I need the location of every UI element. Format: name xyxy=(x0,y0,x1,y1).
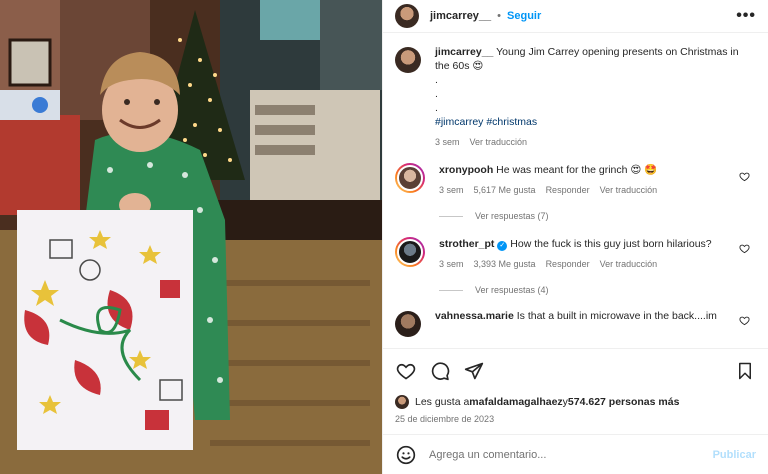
comment-input[interactable] xyxy=(429,448,713,461)
christmas-photo xyxy=(0,0,382,474)
comment-text: How the fuck is this guy just born hilar… xyxy=(510,238,712,250)
caption-meta: 3 sem Ver traducción xyxy=(435,135,756,149)
comment-avatar[interactable] xyxy=(395,311,421,337)
follow-button[interactable]: Seguir xyxy=(507,10,541,22)
liker-username[interactable]: mafaldamagalhaez xyxy=(469,396,562,408)
verified-badge-icon: ✓ xyxy=(497,241,508,251)
comment-text: He was meant for the grinch 😍 🤩 xyxy=(496,164,658,176)
comment-like-heart-icon[interactable] xyxy=(739,243,750,257)
comment-meta: 3 sem 3,393 Me gusta Responder Ver tradu… xyxy=(439,257,756,271)
view-replies-label: Ver respuestas (4) xyxy=(475,285,549,295)
comment-like-heart-icon[interactable] xyxy=(739,315,750,329)
caption-time: 3 sem xyxy=(435,137,460,147)
replies-divider xyxy=(439,289,463,291)
comment-avatar xyxy=(397,165,423,191)
translate-link[interactable]: Ver traducción xyxy=(600,257,658,271)
post-date[interactable]: 25 de diciembre de 2023 xyxy=(383,412,768,434)
comment-username[interactable]: strother_pt xyxy=(439,238,494,250)
reply-button[interactable]: Responder xyxy=(546,183,590,197)
heart-icon[interactable] xyxy=(395,360,417,382)
comment-icon[interactable] xyxy=(429,360,451,382)
author-avatar[interactable] xyxy=(395,4,419,28)
comment-body: strother_pt ✓ How the fuck is this guy j… xyxy=(439,237,756,271)
comment-likes[interactable]: 3,393 Me gusta xyxy=(474,257,536,271)
likes-prefix: Les gusta a xyxy=(415,396,470,408)
comment-body: xronypooh He was meant for the grinch 😍 … xyxy=(439,163,756,197)
comment-item: vahnessa.marie Is that a built in microw… xyxy=(395,309,756,337)
comment-username[interactable]: xronypooh xyxy=(439,164,493,176)
view-replies-button[interactable]: Ver respuestas (7) xyxy=(439,211,756,221)
add-comment-bar: Publicar xyxy=(383,434,768,474)
comment-likes[interactable]: 5,617 Me gusta xyxy=(474,183,536,197)
comment-time: 3 sem xyxy=(439,259,464,269)
likes-count[interactable]: 574.627 personas más xyxy=(568,396,680,408)
comment-meta: 3 sem 5,617 Me gusta Responder Ver tradu… xyxy=(439,183,756,197)
comment-item: xronypooh He was meant for the grinch 😍 … xyxy=(395,163,756,197)
caption-hashtags[interactable]: #jimcarrey #christmas xyxy=(435,115,756,129)
comment-text: Is that a built in microwave in the back… xyxy=(516,310,717,322)
reply-button[interactable]: Responder xyxy=(546,257,590,271)
comment-avatar-ring[interactable] xyxy=(395,237,425,267)
view-replies-button[interactable]: Ver respuestas (4) xyxy=(439,285,756,295)
emoji-icon[interactable] xyxy=(395,444,417,466)
caption-dot-2: . xyxy=(435,88,438,100)
comment-time: 3 sem xyxy=(439,185,464,195)
separator-dot: • xyxy=(497,10,502,22)
view-replies-label: Ver respuestas (7) xyxy=(475,211,549,221)
caption-username[interactable]: jimcarrey__ xyxy=(435,46,493,58)
post-header: jimcarrey__ • Seguir ••• xyxy=(383,0,768,33)
bookmark-icon[interactable] xyxy=(734,360,756,382)
caption-translate-link[interactable]: Ver traducción xyxy=(470,135,528,149)
caption-dot-1: . xyxy=(435,74,438,86)
post-panel: jimcarrey__ • Seguir ••• jimcarrey__ You… xyxy=(382,0,768,474)
comment-like-heart-icon[interactable] xyxy=(739,171,750,185)
comment-body: vahnessa.marie Is that a built in microw… xyxy=(435,309,756,323)
share-icon[interactable] xyxy=(463,360,485,382)
liker-avatar[interactable] xyxy=(395,395,409,409)
comment-username[interactable]: vahnessa.marie xyxy=(435,310,514,322)
caption-body: jimcarrey__ Young Jim Carrey opening pre… xyxy=(435,45,756,149)
comment-avatar xyxy=(397,239,423,265)
caption-dot-3: . xyxy=(435,102,438,114)
more-options-icon[interactable]: ••• xyxy=(736,7,756,25)
translate-link[interactable]: Ver traducción xyxy=(600,183,658,197)
author-username[interactable]: jimcarrey__ xyxy=(430,10,491,22)
comment-avatar-ring[interactable] xyxy=(395,163,425,193)
comment-item: strother_pt ✓ How the fuck is this guy j… xyxy=(395,237,756,271)
post-actions xyxy=(383,348,768,392)
post-photo[interactable] xyxy=(0,0,382,474)
post-viewer: jimcarrey__ • Seguir ••• jimcarrey__ You… xyxy=(0,0,768,474)
likes-summary: Les gusta a mafaldamagalhaez y 574.627 p… xyxy=(383,392,768,412)
comments-list[interactable]: jimcarrey__ Young Jim Carrey opening pre… xyxy=(383,33,768,348)
replies-divider xyxy=(439,215,463,217)
caption: jimcarrey__ Young Jim Carrey opening pre… xyxy=(395,45,756,149)
caption-avatar[interactable] xyxy=(395,47,421,73)
post-comment-button[interactable]: Publicar xyxy=(713,449,756,461)
